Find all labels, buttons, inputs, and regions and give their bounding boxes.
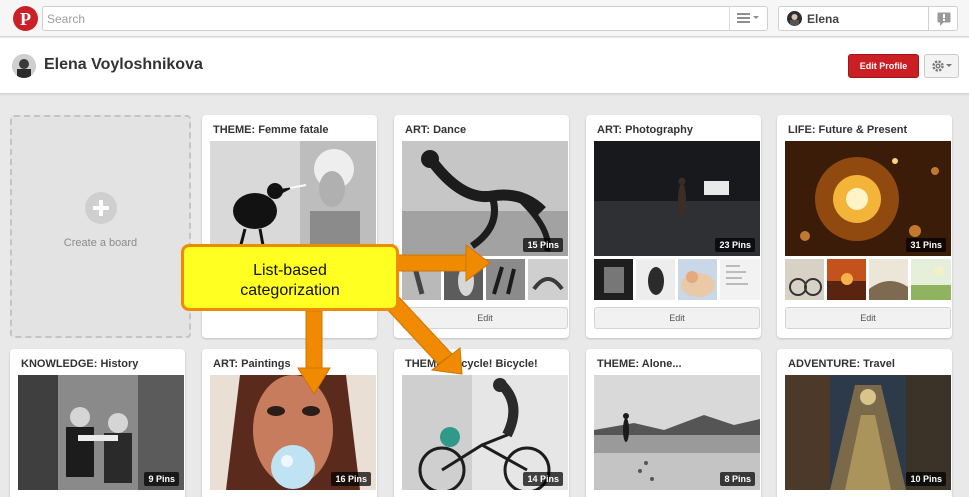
- board-cover-image[interactable]: 16 Pins: [210, 375, 376, 490]
- board-thumbnails: [785, 259, 951, 300]
- board-thumbnail[interactable]: [911, 259, 951, 300]
- board-cover-image[interactable]: 8 Pins: [594, 375, 760, 490]
- pin-count-badge: 14 Pins: [523, 472, 563, 486]
- board-thumbnail[interactable]: [594, 259, 633, 300]
- board-thumbnail[interactable]: [827, 259, 866, 300]
- profile-header: Elena Voyloshnikova Edit Profile: [0, 38, 969, 94]
- search-input[interactable]: [47, 9, 727, 28]
- svg-text:P: P: [20, 9, 31, 29]
- board-title: KNOWLEDGE: History: [21, 358, 139, 370]
- pin-count-badge: 15 Pins: [523, 238, 563, 252]
- settings-button[interactable]: [924, 54, 959, 78]
- list-menu-icon: [737, 13, 759, 23]
- notifications-button[interactable]: [928, 6, 958, 31]
- board-thumbnail[interactable]: [528, 259, 568, 300]
- profile-name: Elena Voyloshnikova: [44, 56, 203, 73]
- board-cover-image[interactable]: 15 Pins: [402, 141, 568, 256]
- edit-board-button[interactable]: Edit: [594, 307, 760, 329]
- pin-count-badge: 16 Pins: [331, 472, 371, 486]
- board-cover-image[interactable]: 9 Pins: [18, 375, 184, 490]
- category-menu-button[interactable]: [729, 7, 767, 30]
- pin-count-badge: 8 Pins: [720, 472, 755, 486]
- create-board-tile[interactable]: Create a board: [10, 115, 191, 338]
- board-title: THEME: Alone...: [597, 358, 682, 370]
- edit-profile-button[interactable]: Edit Profile: [848, 54, 919, 78]
- board-thumbnails: [594, 259, 760, 300]
- board-title: ART: Dance: [405, 124, 467, 136]
- edit-board-button[interactable]: Edit: [785, 307, 951, 329]
- profile-avatar[interactable]: [12, 54, 36, 78]
- pin-count-badge: 31 Pins: [906, 238, 946, 252]
- callout-line-2: categorization: [240, 282, 340, 299]
- edit-board-button[interactable]: Edit: [402, 307, 568, 329]
- board-title: ADVENTURE: Travel: [788, 358, 895, 370]
- pin-count-badge: 10 Pins: [906, 472, 946, 486]
- board-card[interactable]: ART: Photography 23 Pins Edit: [586, 115, 761, 338]
- board-title: ART: Photography: [597, 124, 693, 136]
- board-cover-image[interactable]: 31 Pins: [785, 141, 951, 256]
- board-cover-image[interactable]: 23 Pins: [594, 141, 760, 256]
- board-thumbnail[interactable]: [444, 259, 483, 300]
- plus-icon: [85, 192, 117, 224]
- search-box: [42, 6, 768, 31]
- board-thumbnail[interactable]: [720, 259, 760, 300]
- annotation-callout: List-based categorization: [181, 244, 399, 311]
- pin-count-badge: 23 Pins: [715, 238, 755, 252]
- top-navigation-bar: P Elena: [0, 0, 969, 37]
- board-card[interactable]: KNOWLEDGE: History 9 Pins: [10, 349, 185, 497]
- pinterest-logo-icon[interactable]: P: [13, 6, 38, 31]
- board-thumbnail[interactable]: [869, 259, 908, 300]
- board-card[interactable]: LIFE: Future & Present 31 Pins Edit: [777, 115, 952, 338]
- board-thumbnail[interactable]: [678, 259, 717, 300]
- board-card[interactable]: THEME: Alone... 8 Pins: [586, 349, 761, 497]
- create-board-label: Create a board: [63, 237, 138, 249]
- board-card[interactable]: ADVENTURE: Travel 10 Pins: [777, 349, 952, 497]
- board-card[interactable]: THEME: Bicycle! Bicycle! 14 Pins: [394, 349, 569, 497]
- board-title: ART: Paintings: [213, 358, 291, 370]
- gear-icon: [932, 60, 952, 72]
- board-card[interactable]: ART: Paintings 16 Pins: [202, 349, 377, 497]
- board-thumbnail[interactable]: [402, 259, 441, 300]
- board-thumbnail[interactable]: [636, 259, 675, 300]
- board-thumbnail[interactable]: [785, 259, 824, 300]
- board-card[interactable]: ART: Dance 15 Pins Edit: [394, 115, 569, 338]
- board-thumbnails: [402, 259, 568, 300]
- speech-bubble-icon: [937, 12, 951, 26]
- board-cover-image[interactable]: 10 Pins: [785, 375, 951, 490]
- user-name: Elena: [807, 12, 840, 26]
- board-title: THEME: Femme fatale: [213, 124, 329, 136]
- board-title: LIFE: Future & Present: [788, 124, 908, 136]
- board-thumbnail[interactable]: [486, 259, 525, 300]
- board-cover-image[interactable]: 14 Pins: [402, 375, 568, 490]
- user-avatar: [787, 11, 802, 26]
- board-cover-image[interactable]: [210, 141, 376, 256]
- pin-count-badge: 9 Pins: [144, 472, 179, 486]
- board-title: THEME: Bicycle! Bicycle!: [405, 358, 538, 370]
- callout-line-1: List-based: [253, 262, 327, 279]
- user-menu-button[interactable]: Elena: [778, 6, 929, 31]
